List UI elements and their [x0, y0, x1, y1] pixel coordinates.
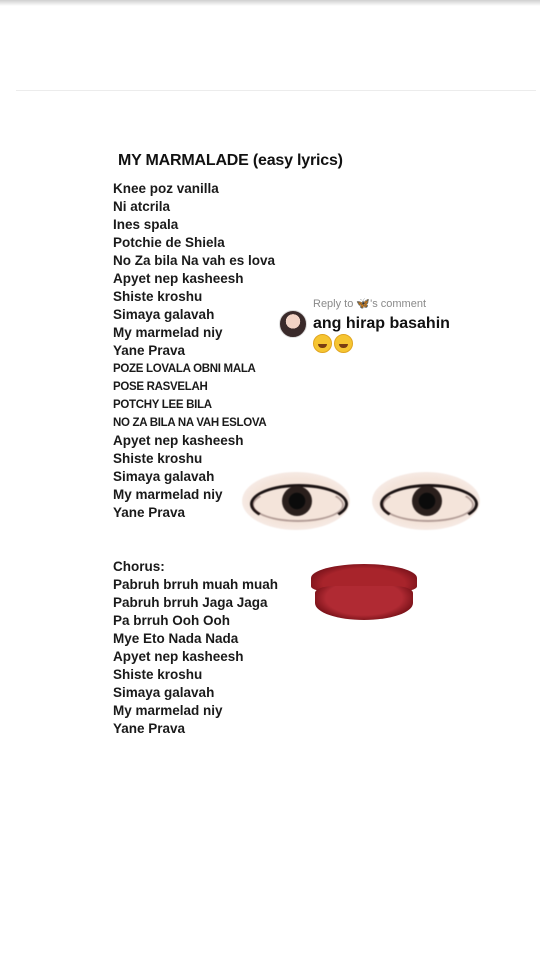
- lyric-line: POZE LOVALA OBNI MALA: [113, 363, 256, 375]
- reply-comment-text: ang hirap basahin: [313, 314, 473, 356]
- lyric-line: Pa brruh Ooh Ooh: [113, 613, 230, 628]
- lyric-line: Pabruh brruh muah muah: [113, 577, 279, 592]
- lyric-line: Shiste kroshu: [113, 451, 203, 466]
- lyrics-title: MY MARMALADE (easy lyrics): [118, 152, 343, 169]
- lyric-line: Apyet nep kasheesh: [113, 433, 244, 448]
- lyric-line: Potchie de Shiela: [113, 235, 225, 250]
- lyric-spacer: [113, 540, 333, 558]
- reply-prefix: Reply to: [313, 298, 354, 310]
- rofl-emoji-icon: [313, 334, 332, 353]
- lyric-line: Mye Eto Nada Nada: [113, 631, 239, 646]
- lyric-line: Ines spala: [113, 217, 179, 232]
- lyric-line: Ni atcrila: [113, 199, 171, 214]
- status-bar-shadow: [0, 0, 540, 6]
- lyric-line: NO ZA BILA NA VAH ESLOVA: [113, 417, 267, 429]
- lyric-line: POTCHY LEE BILA: [113, 399, 212, 411]
- lips-sticker: [307, 560, 421, 624]
- lyric-line: Simaya galavah: [113, 685, 215, 700]
- reply-suffix: 's comment: [370, 298, 427, 310]
- lyric-line: Shiste kroshu: [113, 667, 203, 682]
- avatar[interactable]: [279, 310, 307, 338]
- divider: [16, 90, 536, 91]
- right-iris: [412, 486, 442, 516]
- lyric-line: POSE RASVELAH: [113, 381, 208, 393]
- left-eye-sticker: [242, 472, 350, 530]
- lyric-line: Knee poz vanilla: [113, 181, 219, 196]
- lyric-line: Apyet nep kasheesh: [113, 649, 244, 664]
- lyric-line: Yane Prava: [113, 721, 186, 736]
- lyrics-list: Knee poz vanilla Ni atcrila Ines spala Potc…: [113, 180, 333, 738]
- comment-text: ang hirap basahin: [313, 315, 450, 332]
- reply-meta: Reply to 🦋's comment: [313, 297, 426, 310]
- lyric-line: My marmelad niy: [113, 703, 223, 718]
- lyric-line: Apyet nep kasheesh: [113, 271, 244, 286]
- reply-comment-sticker[interactable]: Reply to 🦋's comment ang hirap basahin: [279, 296, 479, 356]
- butterfly-icon: 🦋: [356, 298, 371, 310]
- lyric-line: Chorus:: [113, 559, 165, 574]
- lyric-line: No Za bila Na vah es lova: [113, 253, 276, 268]
- lyric-line: Pabruh brruh Jaga Jaga: [113, 595, 268, 610]
- right-eye-sticker: [372, 472, 480, 530]
- rofl-emoji-icon: [334, 334, 353, 353]
- left-iris: [282, 486, 312, 516]
